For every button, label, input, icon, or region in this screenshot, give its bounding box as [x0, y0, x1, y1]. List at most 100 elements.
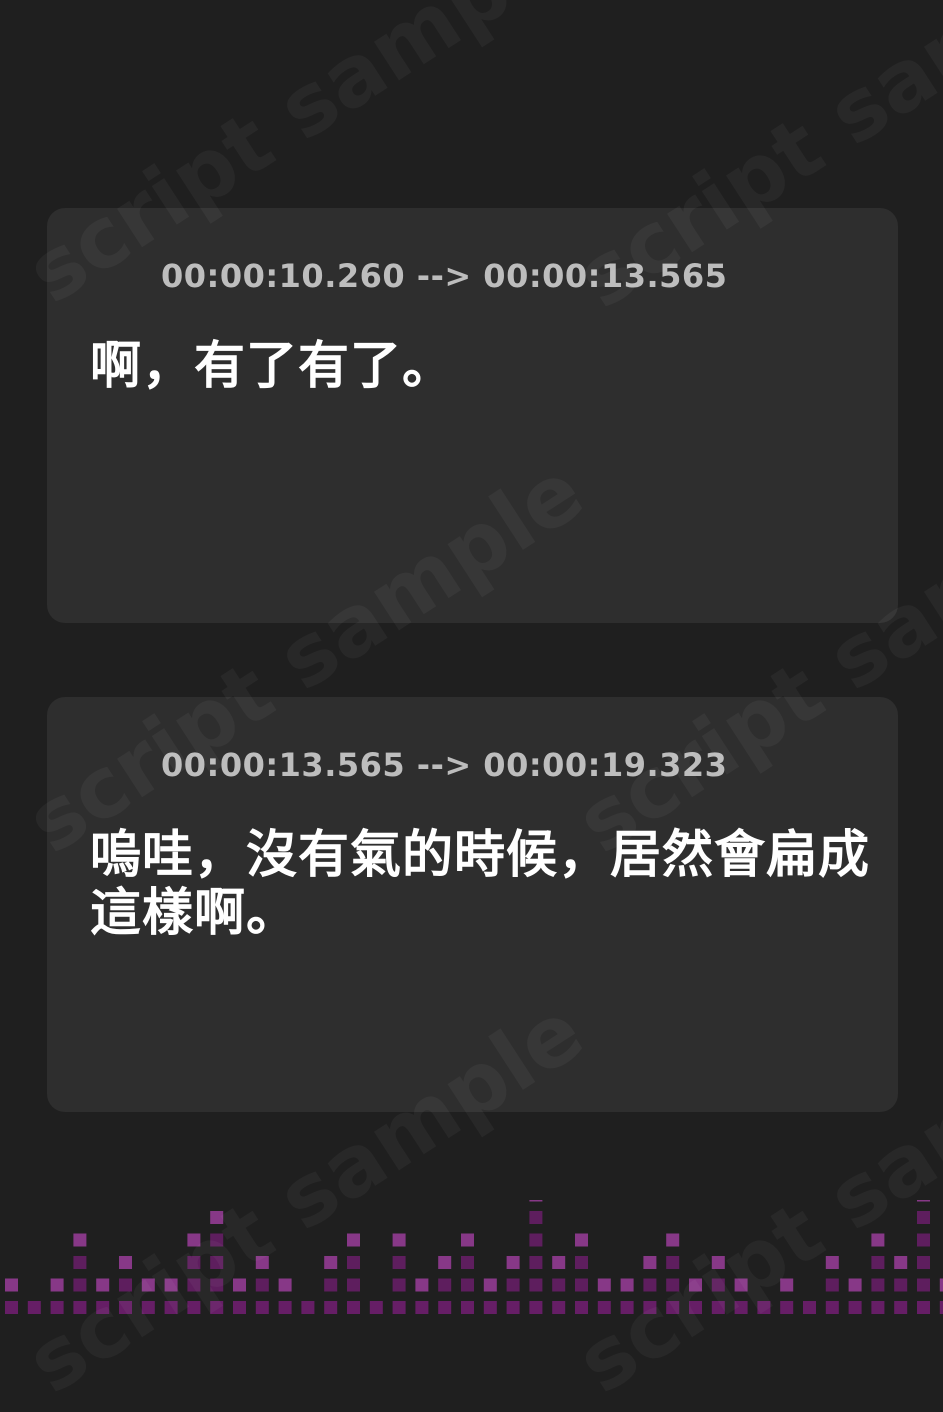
equalizer-block	[529, 1233, 543, 1247]
equalizer-block	[666, 1233, 680, 1247]
equalizer-block	[825, 1301, 839, 1314]
equalizer-block	[461, 1278, 474, 1292]
equalizer-block	[73, 1301, 87, 1314]
equalizer-block	[50, 1301, 64, 1314]
equalizer-block	[620, 1301, 634, 1314]
equalizer-block	[324, 1256, 338, 1269]
subtitle-text: 嗚哇，沒有氣的時候，居然會扁成這樣啊。	[90, 826, 871, 943]
equalizer-block	[141, 1278, 155, 1292]
equalizer-block	[620, 1278, 634, 1292]
equalizer-block	[438, 1301, 452, 1314]
equalizer-block	[73, 1278, 87, 1292]
equalizer-block	[643, 1301, 657, 1314]
equalizer-block	[506, 1278, 520, 1292]
equalizer-block	[529, 1301, 543, 1314]
equalizer-block	[438, 1256, 452, 1269]
equalizer-block	[96, 1301, 110, 1314]
equalizer-block	[711, 1278, 725, 1292]
equalizer-block	[666, 1301, 680, 1314]
equalizer-block	[210, 1211, 224, 1224]
equalizer-block	[575, 1256, 588, 1269]
equalizer-block	[780, 1301, 794, 1314]
equalizer-block	[689, 1278, 702, 1292]
equalizer-block	[73, 1256, 87, 1269]
equalizer-block	[871, 1256, 885, 1269]
equalizer-block	[734, 1301, 748, 1314]
equalizer-block	[552, 1278, 566, 1292]
equalizer-block	[210, 1233, 224, 1247]
timestamp: 00:00:13.565 --> 00:00:19.323	[161, 746, 728, 784]
equalizer-block	[483, 1278, 497, 1292]
subtitle-card: 00:00:13.565 --> 00:00:19.323 嗚哇，沒有氣的時候，…	[47, 697, 898, 1112]
equalizer-block	[575, 1301, 588, 1314]
equalizer-block	[643, 1278, 657, 1292]
equalizer-block	[233, 1278, 246, 1292]
equalizer-block	[552, 1301, 566, 1314]
equalizer-block	[780, 1278, 794, 1292]
subtitle-header: 00:00:13.565 --> 00:00:19.323	[89, 745, 727, 785]
equalizer-block	[871, 1233, 885, 1247]
equalizer-block	[689, 1301, 702, 1314]
equalizer-block	[757, 1301, 771, 1314]
equalizer-graphic	[5, 1200, 943, 1314]
equalizer-block	[917, 1211, 930, 1224]
equalizer-block	[483, 1301, 497, 1314]
equalizer-block	[917, 1200, 930, 1202]
equalizer-block	[734, 1278, 748, 1292]
equalizer-block	[141, 1301, 155, 1314]
timestamp: 00:00:10.260 --> 00:00:13.565	[161, 257, 728, 295]
equalizer-block	[894, 1278, 908, 1292]
equalizer-block	[597, 1278, 611, 1292]
equalizer-block	[461, 1256, 474, 1269]
equalizer-block	[210, 1256, 224, 1269]
equalizer-block	[506, 1301, 520, 1314]
equalizer-block	[871, 1278, 885, 1292]
equalizer-block	[301, 1301, 315, 1314]
equalizer-block	[119, 1278, 132, 1292]
subtitle-header: 00:00:10.260 --> 00:00:13.565	[89, 256, 727, 296]
equalizer-block	[392, 1301, 406, 1314]
equalizer-block	[711, 1301, 725, 1314]
equalizer-block	[233, 1301, 246, 1314]
equalizer-block	[825, 1256, 839, 1269]
equalizer-block	[552, 1256, 566, 1269]
equalizer-block	[119, 1256, 132, 1269]
equalizer-block	[255, 1278, 269, 1292]
equalizer-block	[917, 1301, 930, 1314]
equalizer-block	[347, 1278, 360, 1292]
equalizer-block	[324, 1278, 338, 1292]
equalizer-block	[347, 1233, 360, 1247]
equalizer-block	[255, 1256, 269, 1269]
equalizer-block	[187, 1256, 201, 1269]
equalizer-block	[529, 1211, 543, 1224]
equalizer-block	[369, 1301, 383, 1314]
sound-wave-icon	[90, 256, 136, 296]
equalizer-block	[871, 1301, 885, 1314]
sound-wave-icon	[90, 745, 136, 785]
equalizer-block	[5, 1301, 18, 1314]
equalizer-block	[711, 1256, 725, 1269]
equalizer-block	[529, 1278, 543, 1292]
equalizer-block	[5, 1278, 18, 1292]
equalizer-block	[50, 1278, 64, 1292]
equalizer-block	[255, 1301, 269, 1314]
subtitle-card: 00:00:10.260 --> 00:00:13.565 啊，有了有了。	[47, 208, 898, 623]
equalizer-block	[210, 1301, 224, 1314]
equalizer-block	[278, 1278, 292, 1292]
equalizer-block	[575, 1278, 588, 1292]
equalizer-block	[575, 1233, 588, 1247]
equalizer-block	[164, 1278, 178, 1292]
equalizer-block	[597, 1301, 611, 1314]
equalizer-block	[392, 1256, 406, 1269]
equalizer-block	[894, 1256, 908, 1269]
equalizer-block	[96, 1278, 110, 1292]
equalizer-block	[917, 1278, 930, 1292]
equalizer-block	[210, 1278, 224, 1292]
equalizer-block	[119, 1301, 132, 1314]
equalizer-block	[324, 1301, 338, 1314]
equalizer-block	[27, 1301, 41, 1314]
equalizer-block	[529, 1200, 543, 1202]
equalizer-block	[666, 1278, 680, 1292]
equalizer-block	[438, 1278, 452, 1292]
equalizer-block	[73, 1233, 87, 1247]
